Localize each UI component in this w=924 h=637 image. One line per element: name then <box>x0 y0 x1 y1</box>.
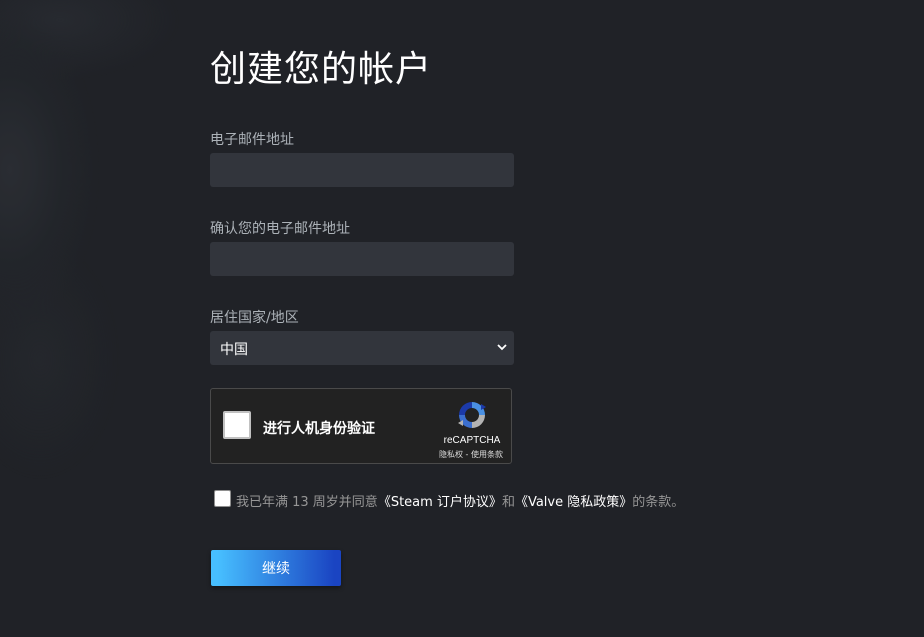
chevron-down-icon <box>497 344 507 351</box>
email-field[interactable] <box>210 153 514 187</box>
recaptcha-links[interactable]: 隐私权 - 使用条款 <box>429 449 513 460</box>
recaptcha-brand: reCAPTCHA <box>443 435 501 446</box>
country-selected-value: 中国 <box>220 342 248 358</box>
recaptcha-logo-icon <box>458 402 486 428</box>
subscriber-agreement-link[interactable]: 《Steam 订户协议》 <box>378 495 502 510</box>
background-art <box>0 0 200 637</box>
email-group: 电子邮件地址 <box>210 129 514 187</box>
recaptcha-label: 进行人机身份验证 <box>263 421 375 437</box>
agreement-row: 我已年满 13 周岁并同意《Steam 订户协议》和《Valve 隐私政策》的条… <box>214 490 684 510</box>
agreement-prefix: 我已年满 13 周岁并同意 <box>236 495 378 510</box>
recaptcha-checkbox[interactable] <box>223 411 251 439</box>
agreement-text: 我已年满 13 周岁并同意《Steam 订户协议》和《Valve 隐私政策》的条… <box>236 491 684 510</box>
country-select[interactable]: 中国 <box>210 331 514 365</box>
confirm-email-group: 确认您的电子邮件地址 <box>210 218 514 276</box>
privacy-policy-link[interactable]: 《Valve 隐私政策》 <box>515 495 632 510</box>
agreement-suffix: 的条款。 <box>632 495 685 510</box>
continue-button[interactable]: 继续 <box>211 550 341 586</box>
recaptcha-widget: 进行人机身份验证 reCAPTCHA 隐私权 - 使用条款 <box>210 388 512 464</box>
create-account-form: 创建您的帐户 电子邮件地址 确认您的电子邮件地址 居住国家/地区 中国 进行人机… <box>210 48 770 586</box>
agreement-checkbox[interactable] <box>214 490 231 507</box>
confirm-email-field[interactable] <box>210 242 514 276</box>
country-label: 居住国家/地区 <box>210 310 299 326</box>
page-title: 创建您的帐户 <box>210 49 433 90</box>
agreement-middle: 和 <box>501 495 515 510</box>
confirm-email-label: 确认您的电子邮件地址 <box>210 221 350 237</box>
country-group: 居住国家/地区 中国 <box>210 307 514 365</box>
email-label: 电子邮件地址 <box>210 132 294 148</box>
